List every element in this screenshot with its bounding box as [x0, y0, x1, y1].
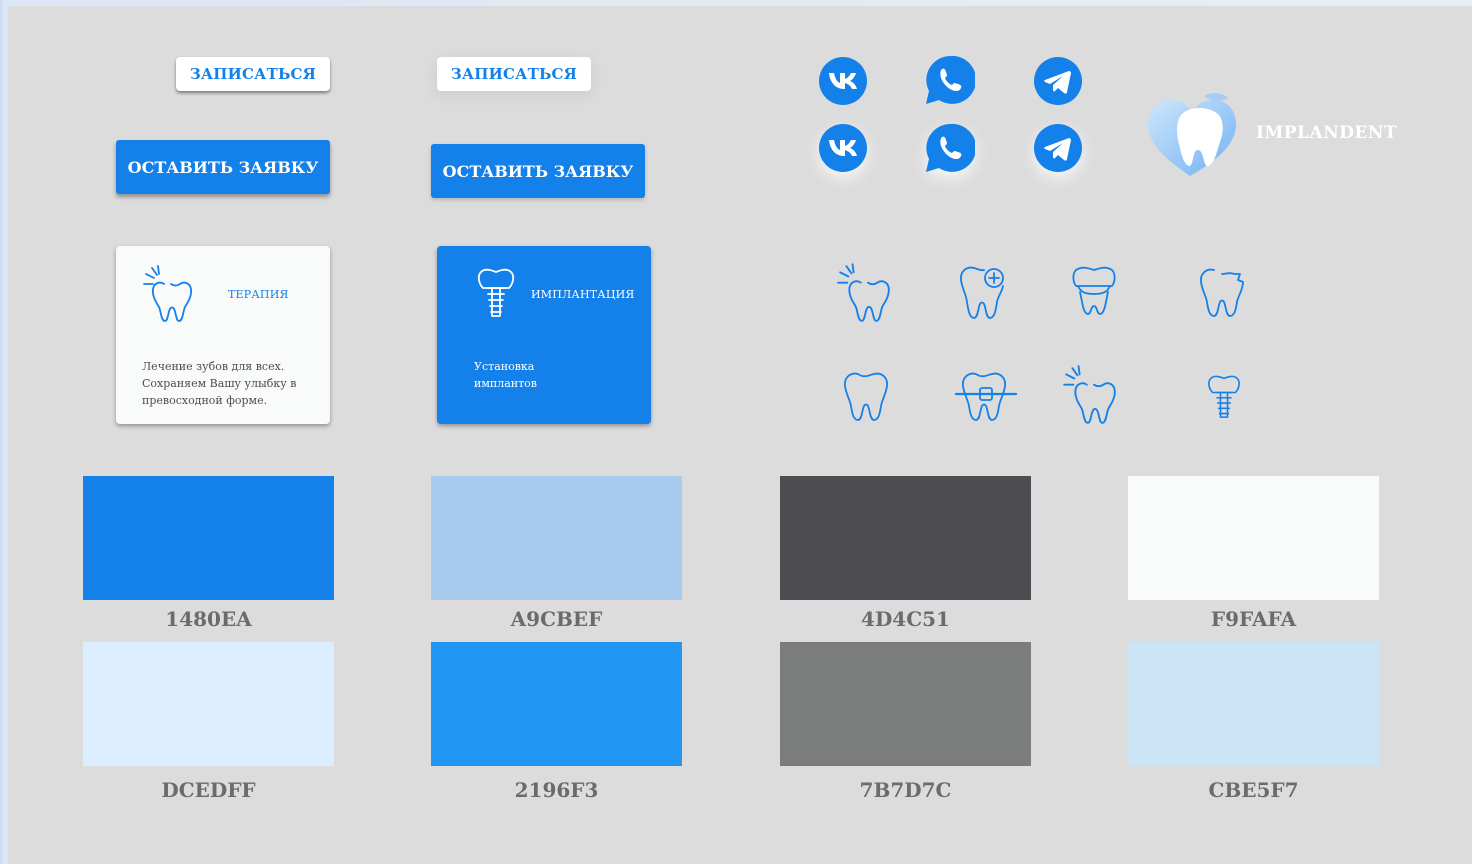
tooth-icon — [844, 372, 888, 421]
telegram-icon[interactable] — [1033, 123, 1083, 173]
color-swatch-label: 2196F3 — [514, 778, 599, 802]
color-swatch — [1128, 476, 1379, 600]
color-swatch — [431, 642, 682, 766]
color-swatch-label: DCEDFF — [161, 778, 256, 802]
service-card-implantation[interactable]: ИМПЛАНТАЦИЯ Установка имплантов — [437, 246, 651, 424]
card-description: Лечение зубов для всех. Сохраняем Вашу у… — [142, 360, 297, 407]
apply-button-variant[interactable]: ОСТАВИТЬ ЗАЯВКУ — [431, 144, 645, 198]
logo-heart-tooth-icon — [1148, 93, 1236, 176]
card-title: ТЕРАПИЯ — [228, 288, 289, 301]
card-title: ИМПЛАНТАЦИЯ — [531, 288, 635, 301]
apply-button[interactable]: ОСТАВИТЬ ЗАЯВКУ — [116, 140, 330, 194]
color-swatch — [83, 642, 334, 766]
color-swatch-label: F9FAFA — [1210, 607, 1297, 631]
card-description: Установка имплантов — [474, 360, 537, 390]
style-guide-canvas: ЗАПИСАТЬСЯ ЗАПИСАТЬСЯ ОСТАВИТЬ ЗАЯВКУ ОС… — [8, 6, 1472, 864]
tooth-sensitive-icon — [1063, 365, 1116, 424]
color-swatch-label: A9CBEF — [510, 607, 603, 631]
whatsapp-icon[interactable] — [925, 55, 975, 105]
color-swatch-label: 1480EA — [165, 607, 252, 631]
tooth-implant-icon — [477, 268, 515, 317]
color-swatch — [780, 642, 1031, 766]
tooth-crown-icon — [1072, 266, 1116, 315]
color-swatch — [1128, 642, 1379, 766]
tooth-braces-icon — [954, 372, 1018, 421]
tooth-sensitive-icon — [837, 263, 890, 322]
color-swatch-label: 7B7D7C — [859, 778, 952, 802]
signup-button[interactable]: ЗАПИСАТЬСЯ — [176, 57, 330, 91]
tooth-implant-icon — [1208, 375, 1240, 418]
color-swatch — [780, 476, 1031, 600]
color-swatch — [431, 476, 682, 600]
whatsapp-icon[interactable] — [925, 123, 975, 173]
color-swatch — [83, 476, 334, 600]
tooth-chipped-icon — [1200, 268, 1244, 317]
vk-icon[interactable] — [818, 56, 868, 106]
service-card-therapy[interactable]: ТЕРАПИЯ Лечение зубов для всех. Сохраняе… — [116, 246, 330, 424]
tooth-sensitive-icon — [143, 265, 193, 322]
vk-icon[interactable] — [818, 123, 868, 173]
telegram-icon[interactable] — [1033, 56, 1083, 106]
tooth-cross-icon — [960, 266, 1004, 319]
logo-text: IMPLANDENT — [1256, 123, 1398, 143]
signup-button-variant[interactable]: ЗАПИСАТЬСЯ — [437, 57, 591, 91]
color-swatch-label: 4D4C51 — [861, 607, 950, 631]
color-swatch-label: CBE5F7 — [1208, 778, 1299, 802]
